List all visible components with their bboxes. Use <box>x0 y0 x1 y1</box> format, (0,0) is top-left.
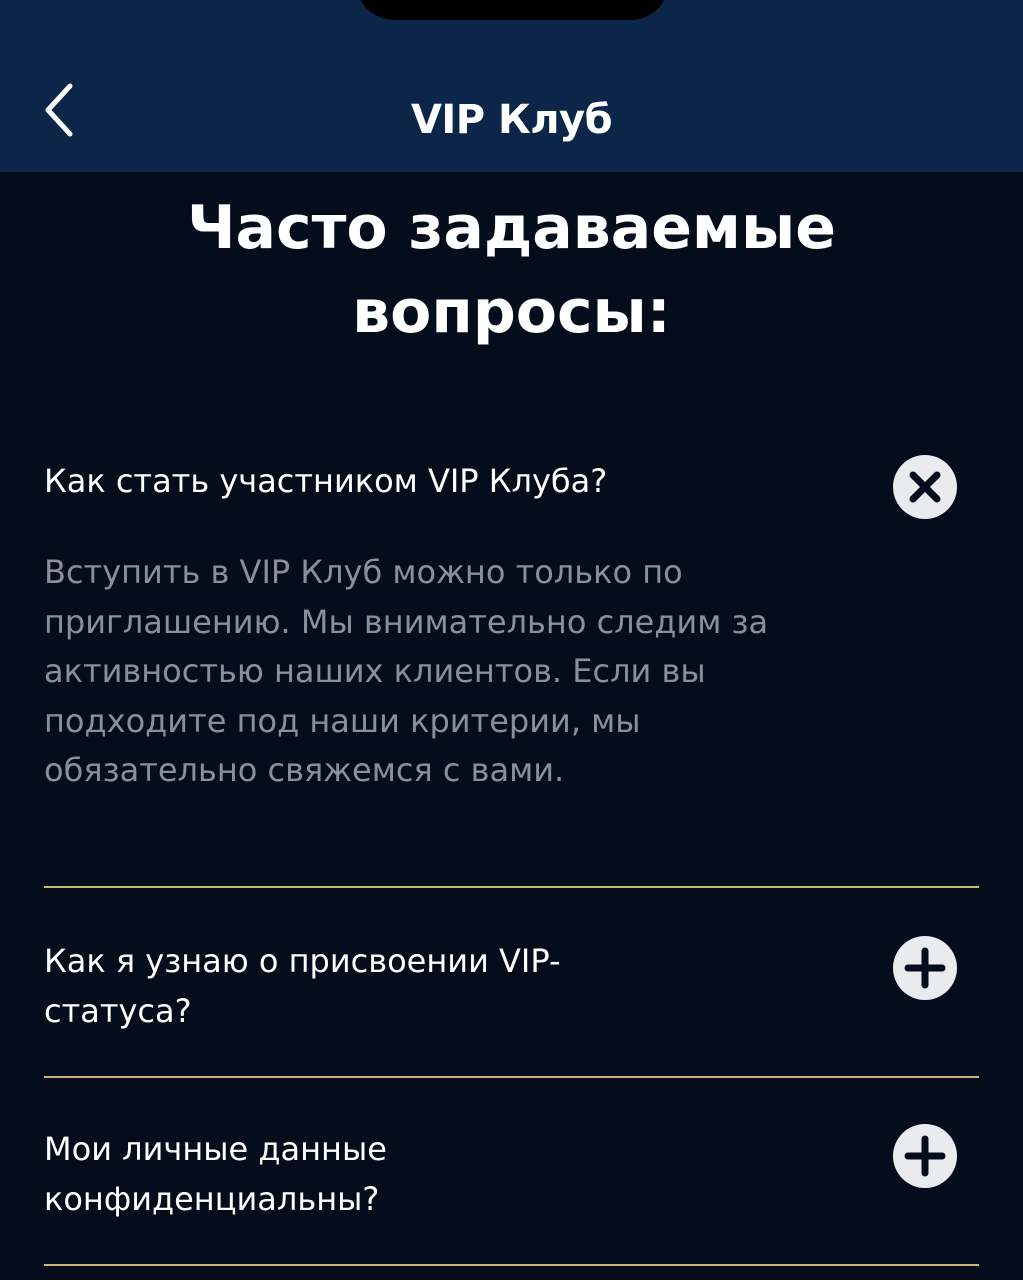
faq-divider-2 <box>44 1076 979 1078</box>
faq-divider-3 <box>44 1264 979 1266</box>
faq-divider-1 <box>44 886 979 888</box>
close-circle-icon <box>893 455 957 519</box>
faq-question-1[interactable]: Как стать участником VIP Клуба? <box>44 456 744 506</box>
app-header: VIP Клуб <box>0 0 1023 172</box>
page-title-line1: Часто задаваемые <box>187 193 836 263</box>
faq-question-3[interactable]: Мои личные данные конфиденциальны? <box>44 1124 564 1224</box>
page-title-line2: вопросы: <box>352 277 671 347</box>
plus-circle-icon <box>893 1124 957 1188</box>
page-title: Часто задаваемые вопросы: <box>0 186 1023 354</box>
plus-circle-icon <box>893 936 957 1000</box>
faq-toggle-3[interactable] <box>891 1122 959 1190</box>
device-notch <box>355 0 670 20</box>
header-title: VIP Клуб <box>410 97 613 143</box>
faq-question-2[interactable]: Как я узнаю о присвоении VIP-статуса? <box>44 936 704 1036</box>
faq-toggle-1[interactable] <box>891 453 959 521</box>
faq-toggle-2[interactable] <box>891 934 959 1002</box>
faq-answer-1: Вступить в VIP Клуб можно только по приг… <box>44 553 769 789</box>
